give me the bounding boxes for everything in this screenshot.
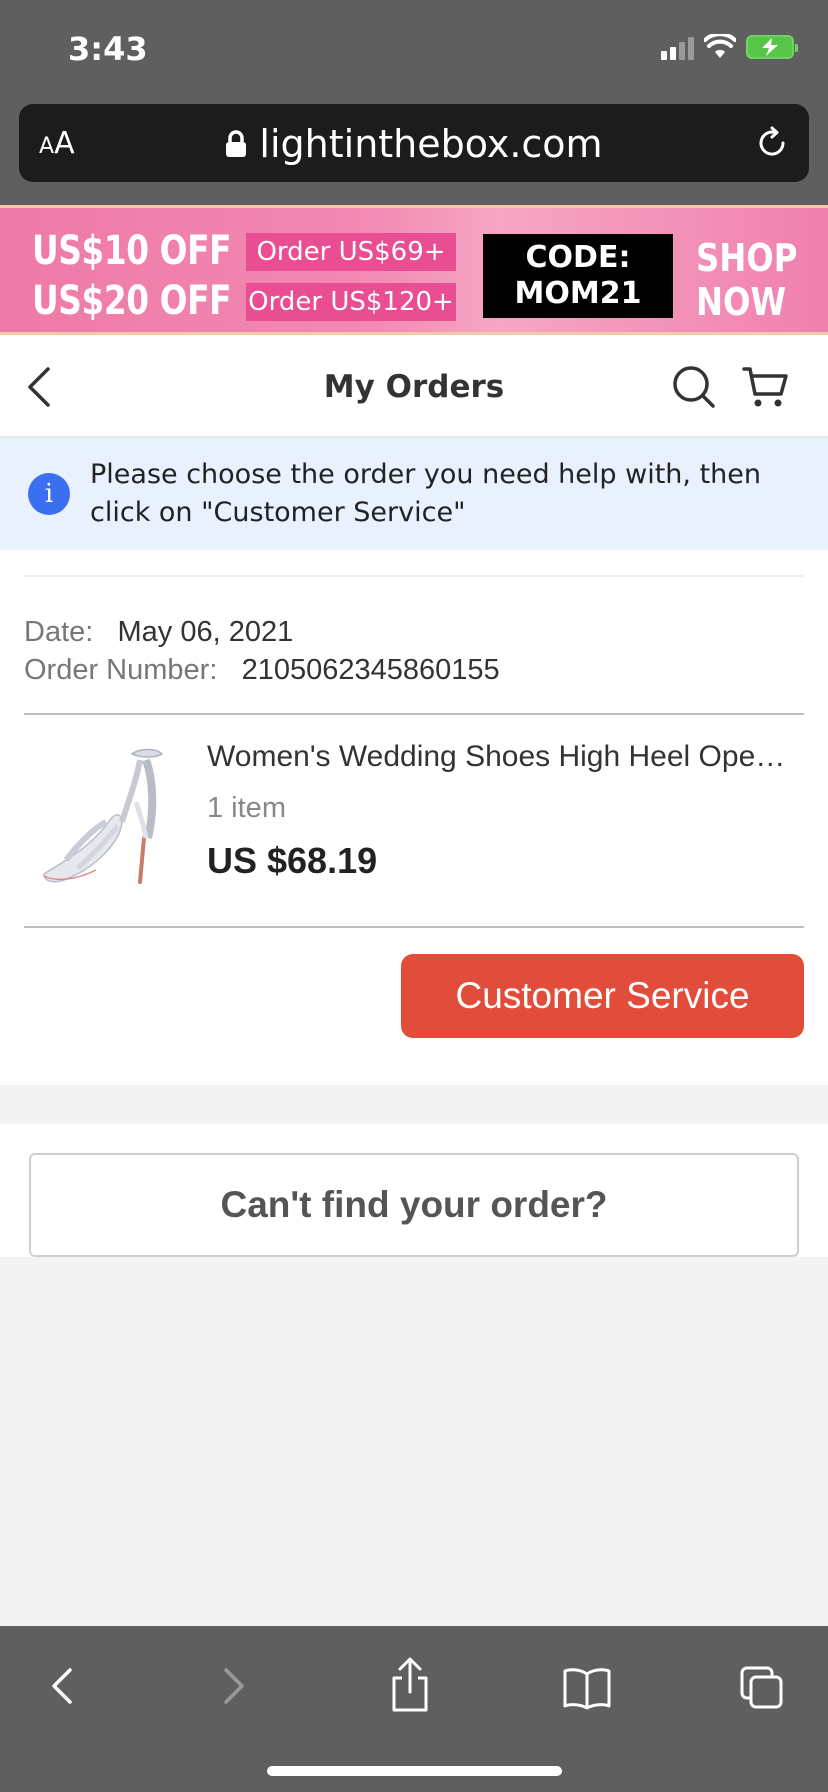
cellular-signal-icon: [661, 34, 694, 60]
order-number-value: 2105062345860155: [241, 654, 500, 686]
divider: [24, 575, 804, 577]
forward-icon[interactable]: [218, 1656, 252, 1716]
browser-chrome: AA lightinthebox.com: [0, 100, 828, 205]
product-name[interactable]: Women's Wedding Shoes High Heel Open Toe: [207, 740, 797, 774]
status-icons: [661, 34, 798, 60]
order-date-row: Date: May 06, 2021: [24, 613, 500, 651]
help-notice: i Please choose the order you need help …: [0, 438, 828, 550]
promo-condition-2: Order US$120+: [246, 283, 456, 321]
notice-text: Please choose the order you need help wi…: [90, 459, 761, 528]
wifi-icon: [704, 34, 736, 58]
order-meta: Date: May 06, 2021 Order Number: 2105062…: [24, 613, 500, 689]
cant-find-order-button[interactable]: Can't find your order?: [29, 1153, 799, 1257]
divider: [24, 926, 804, 928]
promo-condition-1: Order US$69+: [246, 233, 456, 271]
lock-icon: [226, 129, 247, 157]
divider: [24, 713, 804, 715]
battery-charging-icon: [746, 35, 798, 59]
promo-offer-1: US$10 OFF: [32, 228, 232, 274]
home-indicator[interactable]: [267, 1766, 562, 1776]
back-icon[interactable]: [44, 1656, 78, 1716]
order-date-label: Date:: [24, 616, 94, 648]
order-number-label: Order Number:: [24, 654, 218, 686]
shop-now-link[interactable]: SHOP NOW ›: [696, 236, 808, 332]
product-image[interactable]: [36, 742, 176, 892]
promo-code-value: MOM21: [514, 276, 642, 311]
promo-code-box: CODE: MOM21: [483, 234, 673, 318]
product-quantity: 1 item: [207, 792, 286, 824]
product-price: US $68.19: [207, 840, 378, 881]
order-number-row: Order Number: 2105062345860155: [24, 651, 500, 689]
search-icon[interactable]: [672, 365, 716, 409]
order-card: Date: May 06, 2021 Order Number: 2105062…: [0, 550, 828, 1085]
address-bar[interactable]: AA lightinthebox.com: [19, 104, 809, 182]
reload-icon[interactable]: [755, 126, 789, 160]
page-header: My Orders: [0, 335, 828, 438]
tabs-icon[interactable]: [738, 1656, 786, 1716]
cart-icon[interactable]: [742, 365, 790, 409]
cant-find-section: Can't find your order?: [0, 1124, 828, 1257]
customer-service-button[interactable]: Customer Service: [401, 954, 804, 1038]
promo-banner[interactable]: US$10 OFF US$20 OFF Order US$69+ Order U…: [0, 205, 828, 335]
promo-offer-2: US$20 OFF: [32, 278, 232, 324]
share-icon[interactable]: [388, 1656, 432, 1716]
url-text[interactable]: lightinthebox.com: [19, 122, 809, 166]
info-icon: i: [28, 473, 70, 515]
bookmarks-icon[interactable]: [562, 1656, 612, 1716]
order-date-value: May 06, 2021: [117, 616, 294, 648]
status-time: 3:43: [68, 30, 148, 68]
status-bar: 3:43: [0, 0, 828, 100]
promo-code-label: CODE:: [525, 240, 631, 275]
